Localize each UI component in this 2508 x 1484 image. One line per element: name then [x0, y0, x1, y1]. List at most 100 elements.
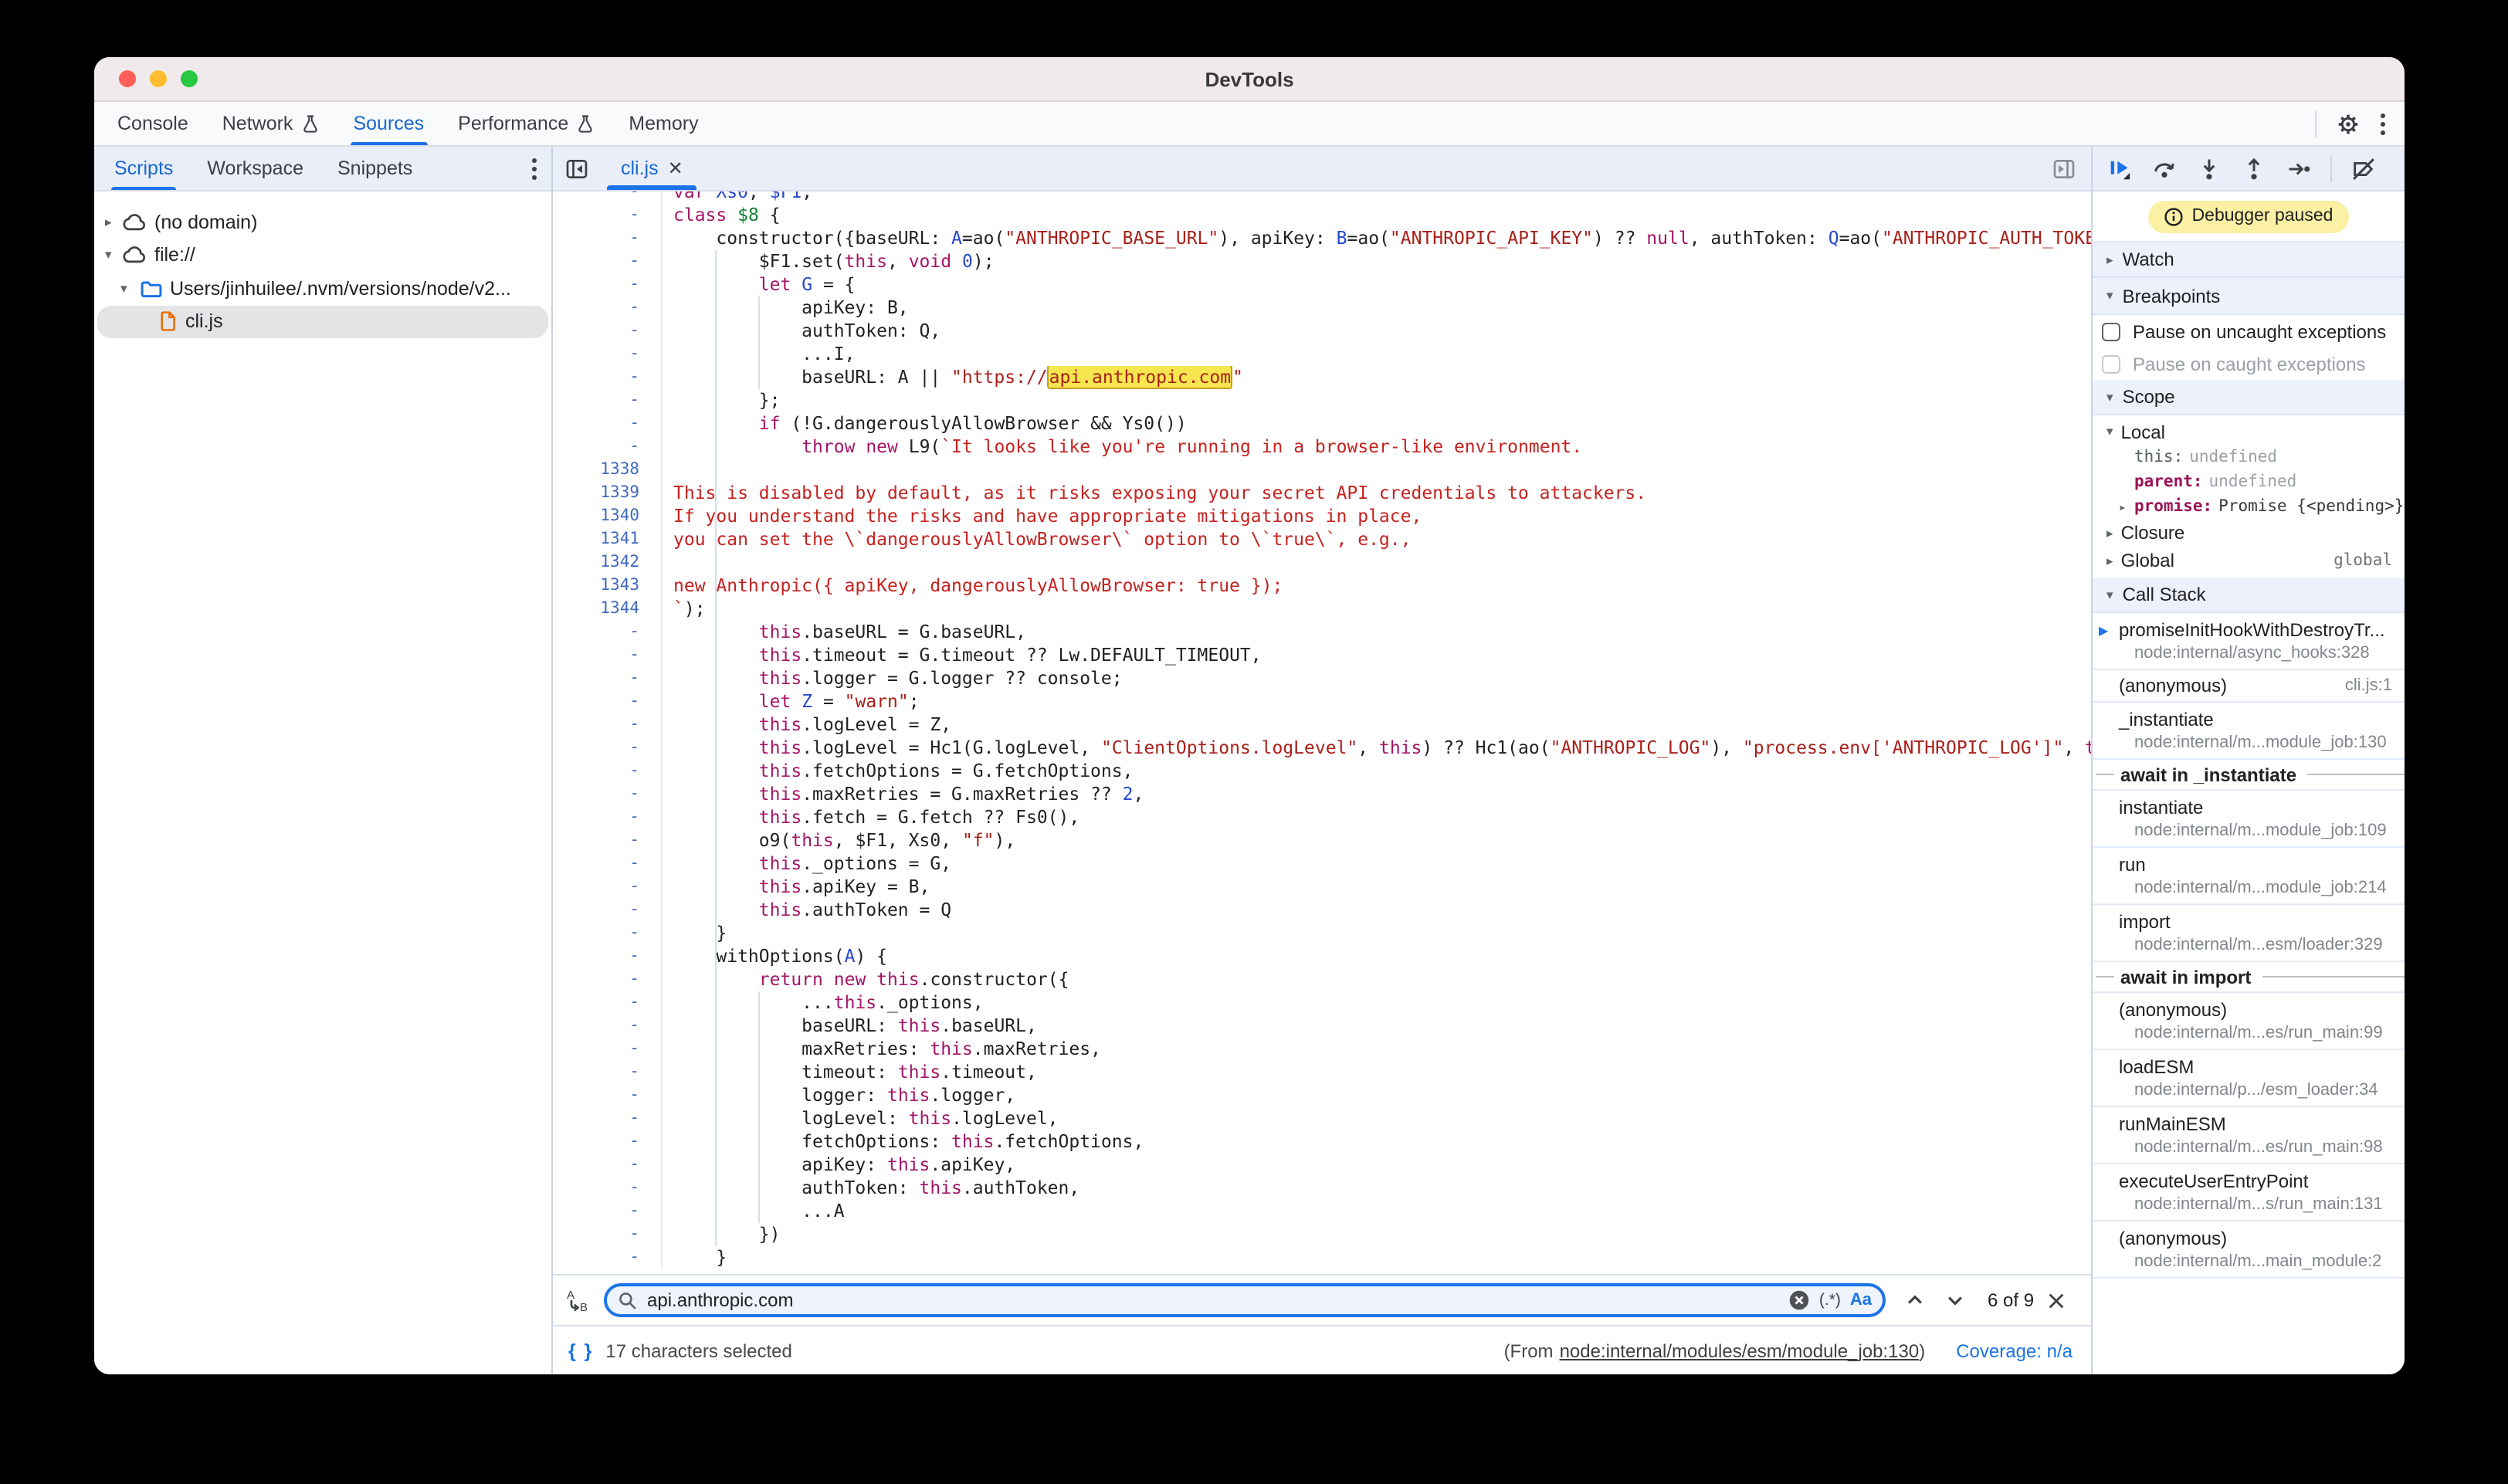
coverage-link[interactable]: Coverage: n/a: [1956, 1340, 2072, 1361]
hide-debugger-sidebar-icon[interactable]: [2052, 157, 2076, 180]
gutter-marker[interactable]: -: [553, 876, 663, 899]
toolbar-tab-memory[interactable]: Memory: [612, 102, 715, 145]
gutter-marker[interactable]: -: [553, 713, 663, 737]
call-stack-frame-anonymous[interactable]: (anonymous)cli.js:1: [2093, 670, 2405, 703]
gutter-marker[interactable]: -: [553, 922, 663, 945]
scope-section-local[interactable]: ▾Local: [2093, 418, 2405, 445]
close-search-icon[interactable]: [2046, 1290, 2066, 1310]
hide-navigator-icon[interactable]: [565, 157, 588, 180]
call-stack-frame-instantiate[interactable]: instantiatenode:internal/m...module_job:…: [2093, 791, 2405, 848]
toolbar-tab-console[interactable]: Console: [100, 102, 205, 145]
search-field[interactable]: (.*) Aa: [604, 1283, 1886, 1317]
line-number[interactable]: 1338: [553, 459, 663, 482]
resume-script-button[interactable]: [2106, 155, 2133, 181]
step-into-button[interactable]: [2196, 155, 2222, 181]
gutter-marker[interactable]: -: [553, 1130, 663, 1154]
tree-item-file[interactable]: ▾file://: [94, 239, 551, 272]
previous-match-button[interactable]: [1904, 1289, 1926, 1311]
gutter-marker[interactable]: -: [553, 991, 663, 1015]
gutter-marker[interactable]: -: [553, 389, 663, 412]
gutter-marker[interactable]: -: [553, 621, 663, 644]
chevron-down-icon[interactable]: ▾: [2106, 423, 2113, 440]
line-number[interactable]: 1342: [553, 551, 663, 574]
search-input[interactable]: [647, 1289, 1779, 1311]
gutter-marker[interactable]: -: [553, 1246, 663, 1269]
file-tab-cli-js[interactable]: cli.js ✕: [607, 147, 697, 190]
toolbar-tab-sources[interactable]: Sources: [336, 102, 441, 145]
navigator-tab-workspace[interactable]: Workspace: [190, 147, 320, 190]
regex-toggle-button[interactable]: (.*): [1819, 1291, 1841, 1310]
zoom-window-button[interactable]: [181, 70, 198, 87]
gutter-marker[interactable]: -: [553, 412, 663, 435]
gutter-marker[interactable]: -: [553, 1061, 663, 1084]
gutter-marker[interactable]: -: [553, 829, 663, 852]
tree-item-users-jinhuilee-nvm-versions-node-v2[interactable]: ▾Users/jinhuilee/.nvm/versions/node/v2..…: [94, 272, 551, 305]
line-number[interactable]: 1339: [553, 482, 663, 505]
line-number[interactable]: 1340: [553, 505, 663, 528]
breakpoint-option-pause-on-uncaught-exceptions[interactable]: Pause on uncaught exceptions: [2093, 315, 2405, 347]
clear-search-icon[interactable]: [1788, 1289, 1810, 1311]
call-stack-frame-import[interactable]: importnode:internal/m...esm/loader:329: [2093, 905, 2405, 962]
scope-variable-this[interactable]: this: undefined: [2093, 445, 2405, 469]
call-stack-frame-promiseinithookwithdestroytr[interactable]: ▶promiseInitHookWithDestroyTr...node:int…: [2093, 613, 2405, 670]
toolbar-tab-performance[interactable]: Performance: [441, 102, 612, 145]
gutter-marker[interactable]: -: [553, 667, 663, 690]
gutter-marker[interactable]: -: [553, 435, 663, 459]
line-number[interactable]: 1343: [553, 574, 663, 598]
gutter-marker[interactable]: -: [553, 366, 663, 389]
line-number[interactable]: 1344: [553, 598, 663, 621]
call-stack-frame-instantiate[interactable]: _instantiatenode:internal/m...module_job…: [2093, 703, 2405, 760]
gutter-marker[interactable]: -: [553, 1200, 663, 1223]
call-stack-frame-runmainesm[interactable]: runMainESMnode:internal/m...es/run_main:…: [2093, 1107, 2405, 1164]
breakpoints-section-header[interactable]: ▾ Breakpoints: [2093, 278, 2405, 315]
gutter-marker[interactable]: -: [553, 1177, 663, 1200]
watch-section-header[interactable]: ▸ Watch: [2093, 242, 2405, 278]
scope-section-closure[interactable]: ▸Closure: [2093, 519, 2405, 547]
gutter-marker[interactable]: -: [553, 1084, 663, 1107]
step-button[interactable]: [2286, 155, 2312, 181]
scope-variable-parent[interactable]: parent: undefined: [2093, 469, 2405, 494]
gutter-marker[interactable]: -: [553, 760, 663, 783]
match-case-toggle-button[interactable]: Aa: [1850, 1291, 1872, 1310]
step-out-button[interactable]: [2241, 155, 2267, 181]
gutter-marker[interactable]: -: [553, 1223, 663, 1246]
scope-variable-promise[interactable]: ▸promise: Promise {<pending>}: [2093, 494, 2405, 519]
gutter-marker[interactable]: -: [553, 644, 663, 667]
source-mapping-link[interactable]: node:internal/modules/esm/module_job:130: [1560, 1340, 1920, 1361]
call-stack-frame-anonymous[interactable]: (anonymous)node:internal/m...es/run_main…: [2093, 993, 2405, 1050]
code-editor[interactable]: -var Xs0, $F1;-class $8 {- constructor({…: [553, 191, 2091, 1274]
line-number[interactable]: 1341: [553, 528, 663, 551]
gutter-marker[interactable]: -: [553, 783, 663, 806]
close-tab-icon[interactable]: ✕: [668, 158, 683, 179]
gutter-marker[interactable]: -: [553, 227, 663, 250]
close-window-button[interactable]: [119, 70, 136, 87]
gutter-marker[interactable]: -: [553, 273, 663, 296]
call-stack-frame-anonymous[interactable]: (anonymous)node:internal/m...main_module…: [2093, 1221, 2405, 1279]
chevron-right-icon[interactable]: ▸: [2106, 552, 2113, 569]
gutter-marker[interactable]: -: [553, 1038, 663, 1061]
tree-item-no-domain[interactable]: ▸(no domain): [94, 205, 551, 239]
chevron-right-icon[interactable]: ▸: [105, 214, 112, 231]
minimize-window-button[interactable]: [150, 70, 167, 87]
gutter-marker[interactable]: -: [553, 1107, 663, 1130]
gutter-marker[interactable]: -: [553, 320, 663, 343]
tree-item-cli-js[interactable]: cli.js: [94, 305, 551, 338]
scope-section-global[interactable]: ▸Globalglobal: [2093, 547, 2405, 574]
pretty-print-icon[interactable]: { }: [568, 1340, 593, 1361]
gutter-marker[interactable]: -: [553, 968, 663, 991]
gutter-marker[interactable]: -: [553, 899, 663, 922]
gutter-marker[interactable]: -: [553, 1015, 663, 1038]
deactivate-breakpoints-button[interactable]: [2350, 155, 2377, 181]
chevron-right-icon[interactable]: ▸: [2119, 500, 2127, 513]
chevron-right-icon[interactable]: ▸: [2106, 524, 2113, 541]
replace-toggle-icon[interactable]: AB: [565, 1288, 591, 1313]
chevron-down-icon[interactable]: ▾: [105, 247, 112, 264]
gutter-marker[interactable]: -: [553, 250, 663, 273]
breakpoint-option-pause-on-caught-exceptions[interactable]: Pause on caught exceptions: [2093, 347, 2405, 380]
call-stack-frame-run[interactable]: runnode:internal/m...module_job:214: [2093, 848, 2405, 905]
toolbar-tab-network[interactable]: Network: [205, 102, 337, 145]
gutter-marker[interactable]: -: [553, 690, 663, 713]
gutter-marker[interactable]: -: [553, 191, 663, 204]
gutter-marker[interactable]: -: [553, 343, 663, 366]
gutter-marker[interactable]: -: [553, 852, 663, 876]
